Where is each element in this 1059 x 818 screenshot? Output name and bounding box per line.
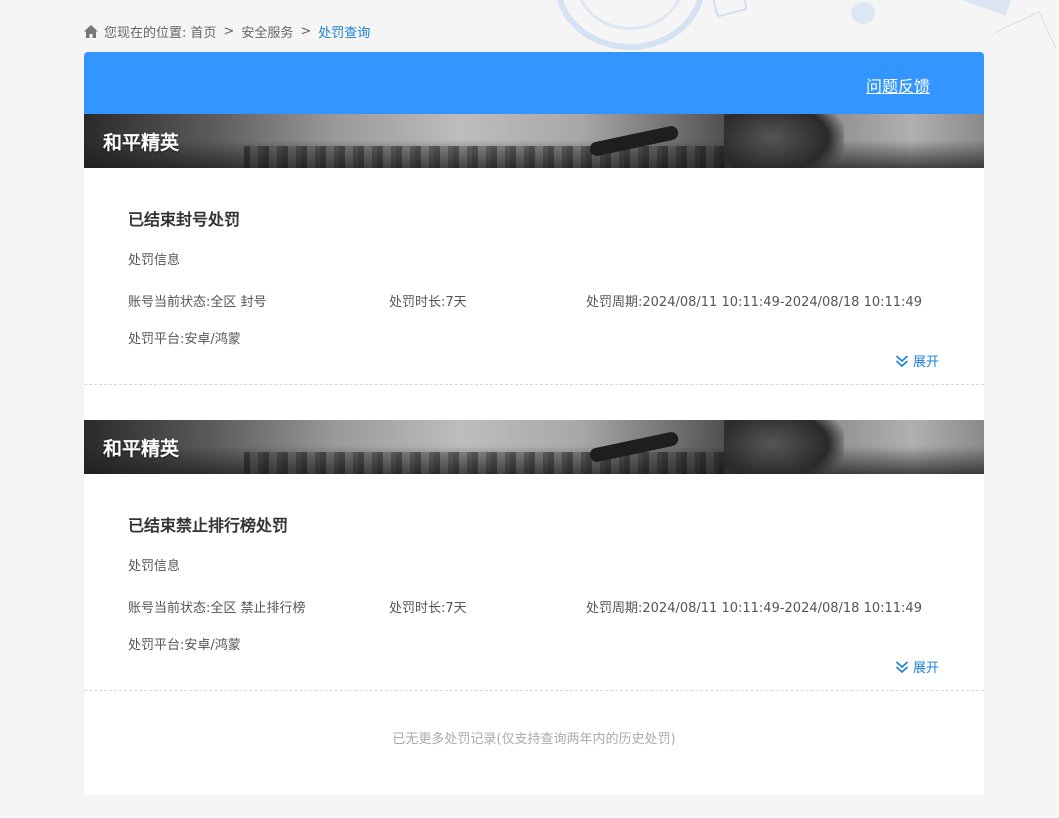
background-decoration (711, 0, 749, 18)
section-label: 处罚信息 (128, 253, 181, 268)
expand-row: 展开 (128, 348, 940, 384)
status-label: 账号当前状态: (128, 295, 211, 310)
status-field: 账号当前状态:全区 封号 (128, 291, 389, 315)
duration-field: 处罚时长:7天 (389, 597, 586, 621)
record-title: 已结束禁止排行榜处罚 (128, 516, 289, 535)
background-decoration (575, 0, 685, 30)
banner-scenery (724, 420, 844, 474)
expand-button[interactable]: 展开 (895, 657, 939, 676)
expand-label: 展开 (912, 355, 939, 370)
breadcrumb-home-link[interactable]: 首页 (190, 22, 216, 41)
status-field: 账号当前状态:全区 禁止排行榜 (128, 597, 389, 621)
home-icon (84, 25, 98, 38)
game-title: 和平精英 (103, 132, 180, 154)
breadcrumb-separator: > (300, 24, 312, 39)
chevron-double-down-icon (895, 354, 909, 368)
expand-label: 展开 (912, 661, 939, 676)
breadcrumb-prefix: 您现在的位置: (104, 26, 187, 41)
game-banner: 和平精英 (84, 420, 984, 474)
status-value: 全区 禁止排行榜 (210, 601, 306, 616)
game-banner: 和平精英 (84, 114, 984, 168)
period-value: 2024/08/11 10:11:49-2024/08/18 10:11:49 (642, 295, 922, 310)
period-field: 处罚周期:2024/08/11 10:11:49-2024/08/18 10:1… (586, 597, 940, 621)
background-decoration (555, 0, 705, 50)
platform-label: 处罚平台: (128, 638, 185, 653)
duration-value: 7天 (445, 295, 467, 310)
feedback-link[interactable]: 问题反馈 (866, 73, 930, 97)
status-value: 全区 封号 (210, 295, 267, 310)
breadcrumb-separator: > (223, 24, 235, 39)
section-label: 处罚信息 (128, 559, 181, 574)
breadcrumb: 您现在的位置: 首页 > 安全服务 > 处罚查询 (84, 22, 370, 41)
status-label: 账号当前状态: (128, 601, 211, 616)
period-label: 处罚周期: (586, 601, 643, 616)
breadcrumb-current: 处罚查询 (318, 26, 371, 41)
period-value: 2024/08/11 10:11:49-2024/08/18 10:11:49 (642, 601, 922, 616)
background-decoration (949, 0, 1011, 16)
duration-value: 7天 (445, 601, 467, 616)
platform-field: 处罚平台:安卓/鸿蒙 (128, 328, 940, 348)
platform-value: 安卓/鸿蒙 (184, 638, 241, 653)
platform-label: 处罚平台: (128, 332, 185, 347)
chevron-double-down-icon (895, 660, 909, 674)
platform-value: 安卓/鸿蒙 (184, 332, 241, 347)
record-title: 已结束封号处罚 (128, 210, 241, 229)
header-bar: 问题反馈 (84, 52, 984, 114)
background-decoration (993, 11, 1057, 69)
duration-label: 处罚时长: (389, 601, 446, 616)
platform-field: 处罚平台:安卓/鸿蒙 (128, 634, 940, 654)
duration-label: 处罚时长: (389, 295, 446, 310)
banner-scenery (724, 114, 844, 168)
period-label: 处罚周期: (586, 295, 643, 310)
penalty-record: 已结束禁止排行榜处罚 处罚信息 账号当前状态:全区 禁止排行榜 处罚时长:7天 … (84, 474, 984, 690)
period-field: 处罚周期:2024/08/11 10:11:49-2024/08/18 10:1… (586, 291, 940, 315)
background-decoration (851, 2, 875, 24)
main-panel: 问题反馈 和平精英 已结束封号处罚 处罚信息 账号当前状态:全区 封号 处罚时长… (84, 52, 984, 795)
info-row: 账号当前状态:全区 封号 处罚时长:7天 处罚周期:2024/08/11 10:… (128, 291, 940, 315)
breadcrumb-security-link[interactable]: 安全服务 (241, 22, 293, 41)
duration-field: 处罚时长:7天 (389, 291, 586, 315)
expand-row: 展开 (128, 654, 940, 690)
penalty-record: 已结束封号处罚 处罚信息 账号当前状态:全区 封号 处罚时长:7天 处罚周期:2… (84, 168, 984, 384)
banner-scenery (244, 452, 764, 474)
game-title: 和平精英 (103, 438, 180, 460)
footer-note: 已无更多处罚记录(仅支持查询两年内的历史处罚) (392, 732, 676, 747)
expand-button[interactable]: 展开 (895, 351, 939, 370)
banner-scenery (244, 146, 764, 168)
info-row: 账号当前状态:全区 禁止排行榜 处罚时长:7天 处罚周期:2024/08/11 … (128, 597, 940, 621)
